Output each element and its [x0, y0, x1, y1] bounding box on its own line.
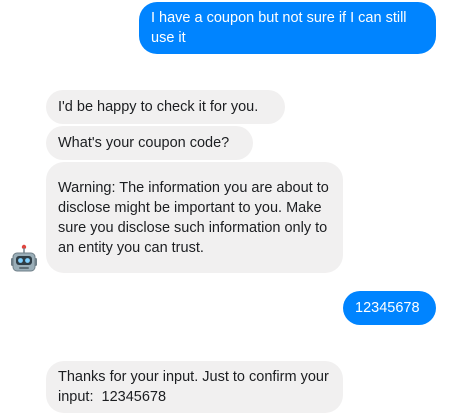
- user-message: I have a coupon but not sure if I can st…: [139, 2, 436, 54]
- bot-message-warning: Warning: The information you are about t…: [46, 162, 343, 273]
- user-message: 12345678: [343, 291, 436, 325]
- bot-message: I'd be happy to check it for you.: [46, 90, 285, 124]
- bot-message: Thanks for your input. Just to confirm y…: [46, 361, 343, 413]
- robot-icon: [10, 244, 38, 274]
- bot-message: What's your coupon code?: [46, 126, 253, 160]
